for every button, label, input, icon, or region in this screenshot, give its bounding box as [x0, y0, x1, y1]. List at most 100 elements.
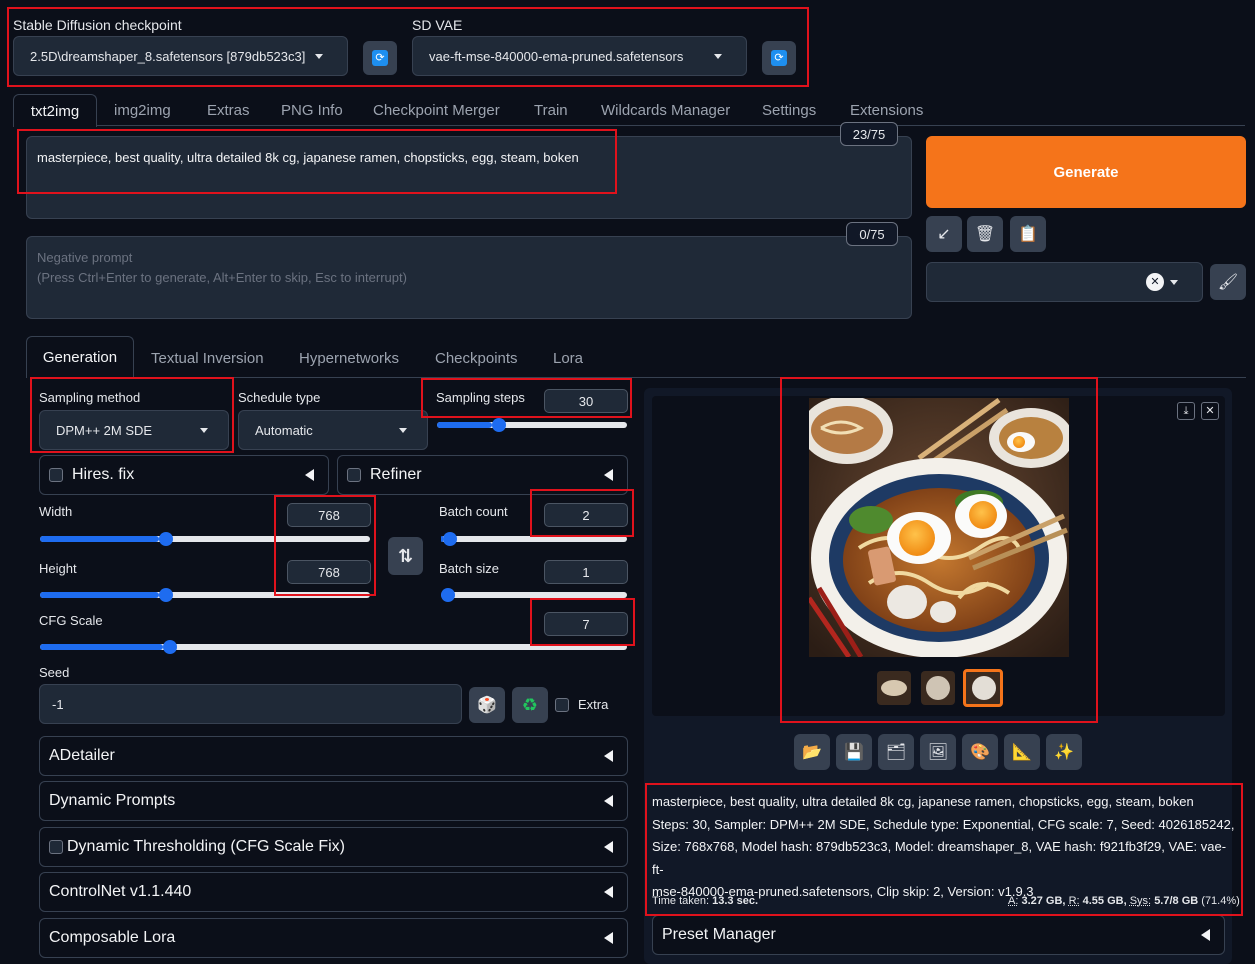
tab-txt2img[interactable]: txt2img [13, 94, 97, 127]
collapse-triangle-icon [604, 841, 613, 853]
save-button[interactable]: 💾 [836, 734, 872, 770]
controlnet-accordion[interactable]: ControlNet v1.1.440 [39, 872, 628, 912]
mem-sys-value: 5.7/8 GB [1154, 895, 1199, 907]
refiner-accordion[interactable]: Refiner [337, 455, 628, 495]
reuse-seed-button[interactable]: ♻ [512, 687, 548, 723]
vae-dropdown[interactable]: vae-ft-mse-840000-ema-pruned.safetensors [412, 36, 747, 76]
tab-extras[interactable]: Extras [207, 102, 250, 119]
upscale-button[interactable]: ✨ [1046, 734, 1082, 770]
zip-button[interactable]: 🗂 [878, 734, 914, 770]
mem-r-label: R: [1068, 895, 1080, 907]
tab-extensions[interactable]: Extensions [850, 102, 923, 119]
slider-fill [40, 536, 159, 542]
send-to-inpaint-button[interactable]: 🎨 [962, 734, 998, 770]
composable-lora-accordion[interactable]: Composable Lora [39, 918, 628, 958]
read-params-button[interactable]: ↙ [926, 216, 962, 252]
slider-handle[interactable] [442, 532, 457, 546]
clear-prompt-button[interactable]: 🗑 [967, 216, 1003, 252]
seed-value: -1 [52, 696, 64, 712]
sampling-steps-label: Sampling steps [436, 390, 525, 405]
batch-size-input[interactable]: 1 [544, 560, 628, 584]
negative-prompt-placeholder: Negative prompt [37, 250, 133, 265]
dynamic-prompts-accordion[interactable]: Dynamic Prompts [39, 781, 628, 821]
thumbnail-1[interactable] [877, 671, 911, 705]
swap-icon: ⇅ [397, 545, 414, 566]
cfg-scale-slider[interactable] [40, 640, 627, 654]
hires-fix-accordion[interactable]: Hires. fix [39, 455, 329, 495]
thumbnail-3-selected[interactable] [963, 669, 1003, 707]
clear-icon[interactable]: ✕ [1146, 273, 1164, 291]
width-label: Width [39, 504, 73, 519]
extra-checkbox[interactable] [555, 697, 569, 712]
refiner-checkbox[interactable] [347, 468, 361, 482]
seed-input[interactable]: -1 [39, 684, 462, 724]
clipboard-icon: 📋 [1018, 226, 1038, 243]
slider-handle[interactable] [158, 532, 173, 546]
prompt-textarea[interactable]: masterpiece, best quality, ultra detaile… [26, 136, 912, 219]
cfg-scale-input[interactable]: 7 [544, 612, 628, 636]
batch-count-slider[interactable] [441, 532, 627, 546]
height-label: Height [39, 561, 77, 576]
mem-pct: (71.4%) [1201, 895, 1240, 907]
close-icon[interactable]: ✕ [1201, 402, 1219, 420]
batch-size-slider[interactable] [441, 588, 627, 602]
tab-hypernetworks[interactable]: Hypernetworks [299, 350, 399, 367]
vae-label: SD VAE [412, 17, 463, 33]
checkpoint-refresh-button[interactable]: ⟳ [363, 41, 397, 75]
generate-button[interactable]: Generate [926, 136, 1246, 208]
sampling-steps-input[interactable]: 30 [544, 389, 628, 413]
styles-dropdown[interactable]: ✕ [926, 262, 1203, 302]
accordion-label: Dynamic Prompts [49, 792, 176, 809]
slider-handle[interactable] [492, 418, 507, 432]
hires-fix-checkbox[interactable] [49, 468, 63, 482]
refiner-label: Refiner [370, 466, 422, 483]
slider-handle[interactable] [158, 588, 173, 602]
tab-wildcards-manager[interactable]: Wildcards Manager [601, 102, 730, 119]
slider-handle[interactable] [441, 588, 455, 602]
tab-checkpoint-merger[interactable]: Checkpoint Merger [373, 102, 500, 119]
dynamic-thresholding-checkbox[interactable] [49, 840, 63, 854]
preset-manager-accordion[interactable]: Preset Manager [652, 915, 1225, 955]
batch-count-input[interactable]: 2 [544, 503, 628, 527]
tab-checkpoints[interactable]: Checkpoints [435, 350, 518, 367]
width-slider[interactable] [40, 532, 370, 546]
tab-train[interactable]: Train [534, 102, 568, 119]
open-folder-button[interactable]: 📂 [794, 734, 830, 770]
schedule-type-dropdown[interactable]: Automatic [238, 410, 428, 450]
extra-seed-toggle[interactable]: Extra [555, 697, 608, 712]
tab-settings[interactable]: Settings [762, 102, 816, 119]
refresh-icon: ⟳ [372, 50, 388, 66]
slider-handle[interactable] [163, 640, 178, 654]
prompt-text: masterpiece, best quality, ultra detaile… [37, 150, 579, 165]
adetailer-accordion[interactable]: ADetailer [39, 736, 628, 776]
send-to-img2img-button[interactable]: 🖼 [920, 734, 956, 770]
send-to-extras-button[interactable]: 📐 [1004, 734, 1040, 770]
height-input[interactable]: 768 [287, 560, 371, 584]
tab-textual-inversion[interactable]: Textual Inversion [151, 350, 264, 367]
collapse-triangle-icon [305, 469, 314, 481]
time-label: Time taken: [652, 895, 710, 907]
vae-refresh-button[interactable]: ⟳ [762, 41, 796, 75]
negative-prompt-textarea[interactable]: Negative prompt (Press Ctrl+Enter to gen… [26, 236, 912, 319]
vae-value: vae-ft-mse-840000-ema-pruned.safetensors [429, 48, 684, 64]
info-prompt: masterpiece, best quality, ultra detaile… [652, 794, 1194, 809]
tab-generation[interactable]: Generation [26, 336, 134, 378]
sampling-steps-slider[interactable] [437, 418, 627, 432]
tab-lora[interactable]: Lora [553, 350, 583, 367]
edit-styles-button[interactable]: 🖌 [1210, 264, 1246, 300]
width-input[interactable]: 768 [287, 503, 371, 527]
swap-dimensions-button[interactable]: ⇅ [388, 537, 423, 575]
info-params-2: Size: 768x768, Model hash: 879db523c3, M… [652, 839, 1227, 877]
checkpoint-dropdown[interactable]: 2.5D\dreamshaper_8.safetensors [879db523… [13, 36, 348, 76]
thumbnail-2[interactable] [921, 671, 955, 705]
generated-image[interactable] [809, 398, 1069, 657]
height-slider[interactable] [40, 588, 370, 602]
apply-style-button[interactable]: 📋 [1010, 216, 1046, 252]
refresh-icon: ⟳ [771, 50, 787, 66]
tab-img2img[interactable]: img2img [114, 102, 171, 119]
sampling-method-dropdown[interactable]: DPM++ 2M SDE [39, 410, 229, 450]
download-icon[interactable]: ⤓ [1177, 402, 1195, 420]
random-seed-button[interactable]: 🎲 [469, 687, 505, 723]
tab-png-info[interactable]: PNG Info [281, 102, 343, 119]
dynamic-thresholding-accordion[interactable]: Dynamic Thresholding (CFG Scale Fix) [39, 827, 628, 867]
